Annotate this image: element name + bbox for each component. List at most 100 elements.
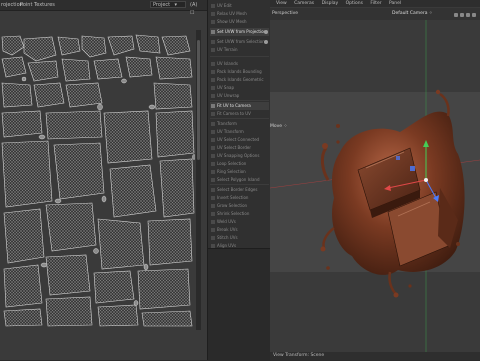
command-icon	[211, 130, 215, 134]
command-icon	[211, 170, 215, 174]
viewport-menu-panel[interactable]: Panel	[389, 1, 401, 6]
command-icon	[211, 112, 215, 116]
uv-editor-panel: rojection Point Textures Project ▾ (A) ☐	[0, 0, 207, 360]
command-icon	[211, 70, 215, 74]
command-label: Set UVW from Selection	[217, 39, 265, 44]
command-label: UV Islands	[217, 61, 238, 66]
command-fit-uv-to-camera[interactable]: Fit UV to Camera	[210, 102, 269, 110]
command-label: Grow Selection	[217, 203, 248, 208]
viewport-menu-options[interactable]: Options	[346, 1, 363, 6]
command-select-connected[interactable]: UV Select Connected	[210, 136, 269, 144]
command-icon	[211, 154, 215, 158]
command-label: Pack Islands Bounding	[217, 69, 262, 74]
command-select-border[interactable]: UV Select Border	[210, 144, 269, 152]
command-uv-snap[interactable]: UV Snap	[210, 84, 269, 92]
command-label: UV Edit	[217, 3, 232, 8]
uv-toolbar[interactable]: (A) ☐	[190, 1, 201, 17]
move-view-icon[interactable]	[454, 13, 458, 17]
command-label: Relax UV Mesh	[217, 11, 247, 16]
command-label: Weld UVs	[217, 219, 236, 224]
command-icon	[211, 104, 215, 108]
gear-icon[interactable]	[264, 30, 268, 34]
command-transform[interactable]: Transform	[210, 120, 269, 128]
uv-scrollbar[interactable]	[196, 30, 201, 330]
command-icon	[211, 40, 215, 44]
command-shrink-selection[interactable]: Shrink Selection	[210, 210, 269, 218]
command-icon	[211, 62, 215, 66]
viewport-footer: View Transform: Scene	[270, 352, 480, 360]
command-fit-camera-to-uv[interactable]: Fit Camera to UV	[210, 110, 269, 118]
command-label: UV Terrain	[217, 47, 238, 52]
command-icon	[211, 138, 215, 142]
command-label: Shrink Selection	[217, 211, 250, 216]
command-set-uvw-from-projection[interactable]: Set UVW from Projection	[210, 28, 269, 36]
command-icon	[211, 188, 215, 192]
view-mode-label[interactable]: Perspective	[272, 8, 298, 20]
command-break-uvs[interactable]: Break UVs	[210, 226, 269, 234]
command-icon	[211, 48, 215, 52]
viewport-menu-display[interactable]: Display	[322, 1, 339, 6]
viewport-3d-scene[interactable]	[270, 20, 480, 352]
uv-menu-textures[interactable]: Textures	[34, 0, 55, 10]
command-set-uvw-from-selection[interactable]: Set UVW from Selection	[210, 38, 269, 46]
command-icon	[211, 86, 215, 90]
command-label: Ring Selection	[217, 169, 246, 174]
uv-mode-dropdown[interactable]: Project ▾	[150, 1, 186, 8]
command-uv-terrain[interactable]: UV Terrain	[210, 46, 269, 54]
zoom-view-icon[interactable]	[460, 13, 464, 17]
command-label: UV Select Border	[217, 145, 251, 150]
command-invert-selection[interactable]: Invert Selection	[210, 194, 269, 202]
maximize-view-icon[interactable]	[472, 13, 476, 17]
viewport-menu-view[interactable]: View	[276, 1, 287, 6]
command-icon	[211, 20, 215, 24]
command-label: Select Polygon Island	[217, 177, 260, 182]
command-grow-selection[interactable]: Grow Selection	[210, 202, 269, 210]
uv-menu-point[interactable]: Point	[20, 0, 32, 10]
command-label: Select Border Edges	[217, 187, 258, 192]
command-uv-transform[interactable]: UV Transform	[210, 128, 269, 136]
empty-panel-area	[208, 248, 271, 361]
camera-label[interactable]: Default Camera ⁘	[392, 8, 433, 20]
command-pack-bounding[interactable]: Pack Islands Bounding	[210, 68, 269, 76]
command-icon	[211, 220, 215, 224]
move-tool-label: Move ⁘	[270, 124, 288, 129]
command-relax-uv-mesh[interactable]: Relax UV Mesh	[210, 10, 269, 18]
uv-mode-value: Project	[153, 2, 171, 8]
chevron-down-icon: ▾	[174, 2, 177, 8]
command-snapping-options[interactable]: UV Snapping Options	[210, 152, 269, 160]
command-icon	[211, 146, 215, 150]
command-label: Pack Islands Geometric	[217, 77, 264, 82]
uv-menubar: rojection Point Textures Project ▾ (A) ☐	[0, 0, 207, 16]
command-icon	[211, 178, 215, 182]
command-icon	[211, 236, 215, 240]
command-label: Show UV Mesh	[217, 19, 247, 24]
command-ring-selection[interactable]: Ring Selection	[210, 168, 269, 176]
command-stitch-uvs[interactable]: Stitch UVs	[210, 234, 269, 242]
command-label: Break UVs	[217, 227, 238, 232]
gear-icon[interactable]	[264, 40, 268, 44]
uv-commands-panel: UV Edit Relax UV Mesh Show UV Mesh Set U…	[207, 0, 272, 361]
command-weld-uvs[interactable]: Weld UVs	[210, 218, 269, 226]
command-icon	[211, 30, 215, 34]
command-icon	[211, 4, 215, 8]
command-uv-islands[interactable]: UV Islands	[210, 60, 269, 68]
command-label: Transform	[217, 121, 237, 126]
command-label: Invert Selection	[217, 195, 249, 200]
command-icon	[211, 228, 215, 232]
command-select-border-edges[interactable]: Select Border Edges	[210, 186, 269, 194]
viewport-menu-filter[interactable]: Filter	[370, 1, 381, 6]
command-loop-selection[interactable]: Loop Selection	[210, 160, 269, 168]
command-show-uv-mesh[interactable]: Show UV Mesh	[210, 18, 269, 26]
viewport-menu-cameras[interactable]: Cameras	[294, 1, 314, 6]
uv-mesh-canvas[interactable]	[0, 33, 195, 328]
rotate-view-icon[interactable]	[466, 13, 470, 17]
command-select-island[interactable]: Select Polygon Island	[210, 176, 269, 184]
command-label: Fit UV to Camera	[217, 103, 251, 108]
command-uv-unwrap[interactable]: UV Unwrap	[210, 92, 269, 100]
divider	[210, 100, 269, 101]
command-uv-edit[interactable]: UV Edit	[210, 2, 269, 10]
uv-scrollbar-thumb[interactable]	[197, 40, 200, 160]
command-label: UV Select Connected	[217, 137, 260, 142]
divider	[210, 56, 269, 57]
command-pack-geometric[interactable]: Pack Islands Geometric	[210, 76, 269, 84]
